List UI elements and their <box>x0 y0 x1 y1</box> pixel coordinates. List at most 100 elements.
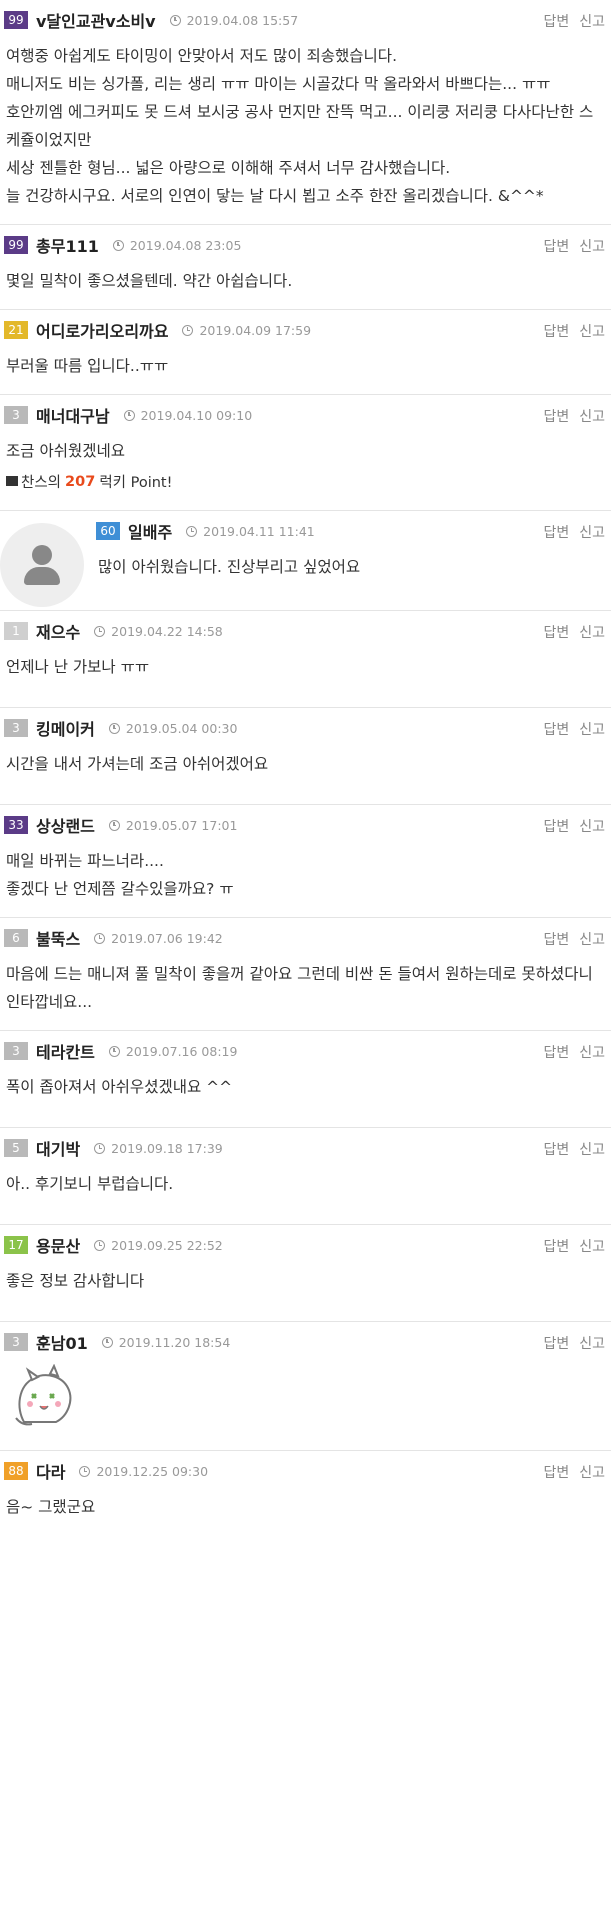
report-button[interactable]: 신고 <box>579 1336 605 1352</box>
lucky-prefix: 찬스의 <box>21 475 62 491</box>
author-nick[interactable]: 어디로가리오리까요 <box>36 318 168 342</box>
author-nick[interactable]: 킹메이커 <box>36 716 95 740</box>
report-button[interactable]: 신고 <box>579 819 605 835</box>
comment-line: 매일 바뀌는 파느너라.... <box>6 852 164 870</box>
emoticon-sticker-icon <box>15 1363 72 1426</box>
timestamp-text: 2019.11.20 18:54 <box>118 1334 231 1350</box>
level-badge: 5 <box>4 1139 28 1157</box>
comment-line: 마음에 드는 매니져 풀 밀착이 좋을꺼 같아요 그런데 비싼 돈 들여서 원하… <box>6 965 593 1011</box>
author-nick[interactable]: 다라 <box>36 1459 65 1483</box>
timestamp-text: 2019.04.22 14:58 <box>111 623 223 639</box>
comment-line: 조금 아쉬웠겠네요 <box>6 442 126 460</box>
report-button[interactable]: 신고 <box>579 324 605 340</box>
level-badge: 21 <box>4 321 28 339</box>
report-button[interactable]: 신고 <box>579 1045 605 1061</box>
reply-item: 60 일배주 2019.04.11 11:41 답변 신고 많이 아쉬웠습니다. … <box>0 511 611 611</box>
report-button[interactable]: 신고 <box>579 625 605 641</box>
timestamp-text: 2019.04.11 11:41 <box>203 523 315 539</box>
comment-line: 늘 건강하시구요. 서로의 인연이 닿는 날 다시 뵙고 소주 한잔 올리겠습니… <box>6 187 544 205</box>
reply-button[interactable]: 답변 <box>543 1239 569 1255</box>
reply-button[interactable]: 답변 <box>543 239 569 255</box>
reply-button[interactable]: 답변 <box>543 1142 569 1158</box>
author-nick[interactable]: 재으수 <box>36 619 80 643</box>
author-nick[interactable]: 용문산 <box>36 1233 80 1257</box>
report-button[interactable]: 신고 <box>579 14 605 30</box>
comment-item: 88 다라 2019.12.25 09:30 답변 신고 음~ 그랬군요 <box>0 1451 611 1535</box>
report-button[interactable]: 신고 <box>579 722 605 738</box>
clock-icon <box>108 722 120 734</box>
level-badge: 3 <box>4 719 28 737</box>
comment-line: 시간을 내서 가셔는데 조금 아쉬어겠어요 <box>6 755 269 773</box>
comment-body: 마음에 드는 매니져 풀 밀착이 좋을꺼 같아요 그런데 비싼 돈 들여서 원하… <box>4 958 611 1030</box>
author-nick[interactable]: 테라칸트 <box>36 1039 95 1063</box>
reply-button[interactable]: 답변 <box>543 1045 569 1061</box>
reply-button[interactable]: 답변 <box>543 1336 569 1352</box>
report-button[interactable]: 신고 <box>579 525 605 541</box>
author-nick[interactable]: v달인교관v소비v <box>36 8 156 32</box>
clock-icon <box>94 932 106 944</box>
comment-line: 언제나 난 가보나 ㅠㅠ <box>6 658 150 676</box>
level-badge: 88 <box>4 1462 28 1480</box>
reply-button[interactable]: 답변 <box>543 525 569 541</box>
report-button[interactable]: 신고 <box>579 239 605 255</box>
timestamp: 2019.04.22 14:58 <box>94 624 223 639</box>
timestamp-text: 2019.04.08 15:57 <box>186 12 299 28</box>
comment-item: 21 어디로가리오리까요 2019.04.09 17:59 답변 신고 부러울 따… <box>0 310 611 395</box>
author-nick[interactable]: 총무111 <box>36 233 99 257</box>
reply-button[interactable]: 답변 <box>543 819 569 835</box>
author-nick[interactable]: 불뚝스 <box>36 926 80 950</box>
author-nick[interactable]: 매너대구남 <box>36 403 110 427</box>
comment-item: 3 훈남01 2019.11.20 18:54 답변 신고 <box>0 1322 611 1451</box>
level-badge: 60 <box>96 522 120 540</box>
comment-item: 17 용문산 2019.09.25 22:52 답변 신고 좋은 정보 감사합니다 <box>0 1225 611 1322</box>
comment-item: 1 재으수 2019.04.22 14:58 답변 신고 언제나 난 가보나 ㅠㅠ <box>0 611 611 708</box>
timestamp: 2019.11.20 18:54 <box>101 1334 231 1350</box>
report-button[interactable]: 신고 <box>579 1142 605 1158</box>
reply-button[interactable]: 답변 <box>543 932 569 948</box>
timestamp-text: 2019.05.07 17:01 <box>125 817 238 833</box>
timestamp: 2019.07.06 19:42 <box>94 931 223 946</box>
comment-item: 33 상상랜드 2019.05.07 17:01 답변 신고 매일 바뀌는 파느너… <box>0 805 611 918</box>
author-nick[interactable]: 상상랜드 <box>36 813 95 837</box>
comment-body: 조금 아쉬웠겠네요 <box>4 435 611 471</box>
timestamp-text: 2019.04.08 23:05 <box>129 237 242 253</box>
comment-line: 호안끼엠 에그커피도 못 드셔 보시궁 공사 먼지만 잔뜩 먹고... 이리쿵 … <box>6 103 594 149</box>
report-button[interactable]: 신고 <box>579 409 605 425</box>
reply-button[interactable]: 답변 <box>543 1465 569 1481</box>
timestamp: 2019.12.25 09:30 <box>79 1464 208 1479</box>
author-nick[interactable]: 훈남01 <box>36 1330 88 1354</box>
timestamp: 2019.09.25 22:52 <box>94 1238 223 1253</box>
comment-body: 언제나 난 가보나 ㅠㅠ <box>4 651 611 707</box>
reply-button[interactable]: 답변 <box>543 14 569 30</box>
clock-icon <box>186 525 198 537</box>
author-nick[interactable]: 일배주 <box>128 519 172 543</box>
author-nick[interactable]: 대기박 <box>36 1136 80 1160</box>
comment-line: 아.. 후기보니 부럽습니다. <box>6 1175 174 1193</box>
timestamp: 2019.04.11 11:41 <box>186 524 315 539</box>
clock-icon <box>169 14 181 26</box>
comment-line: 좋겠다 난 언제쯤 갈수있을까요? ㅠ <box>6 880 234 898</box>
timestamp: 2019.07.16 08:19 <box>108 1044 237 1059</box>
report-button[interactable]: 신고 <box>579 932 605 948</box>
comment-item: 3 킹메이커 2019.05.04 00:30 답변 신고 시간을 내서 가셔는데… <box>0 708 611 805</box>
lucky-number: 207 <box>65 473 96 490</box>
reply-button[interactable]: 답변 <box>543 324 569 340</box>
comment-item: 3 매너대구남 2019.04.10 09:10 답변 신고 조금 아쉬웠겠네요 … <box>0 395 611 511</box>
timestamp: 2019.04.09 17:59 <box>182 323 311 338</box>
reply-button[interactable]: 답변 <box>543 409 569 425</box>
clock-icon <box>94 1239 106 1251</box>
level-badge: 1 <box>4 622 28 640</box>
reply-button[interactable]: 답변 <box>543 625 569 641</box>
clock-icon <box>108 819 120 831</box>
report-button[interactable]: 신고 <box>579 1239 605 1255</box>
comment-body: 좋은 정보 감사합니다 <box>4 1265 611 1321</box>
comment-line: 몇일 밀착이 좋으셨을텐데. 약간 아쉽습니다. <box>6 272 293 290</box>
reply-button[interactable]: 답변 <box>543 722 569 738</box>
report-button[interactable]: 신고 <box>579 1465 605 1481</box>
clock-icon <box>108 1045 120 1057</box>
comment-item: 99 v달인교관v소비v 2019.04.08 15:57 답변 신고 여행중 아… <box>0 0 611 225</box>
level-badge: 33 <box>4 816 28 834</box>
clock-icon <box>94 1142 106 1154</box>
gift-icon <box>6 475 18 486</box>
timestamp-text: 2019.07.06 19:42 <box>111 930 223 946</box>
